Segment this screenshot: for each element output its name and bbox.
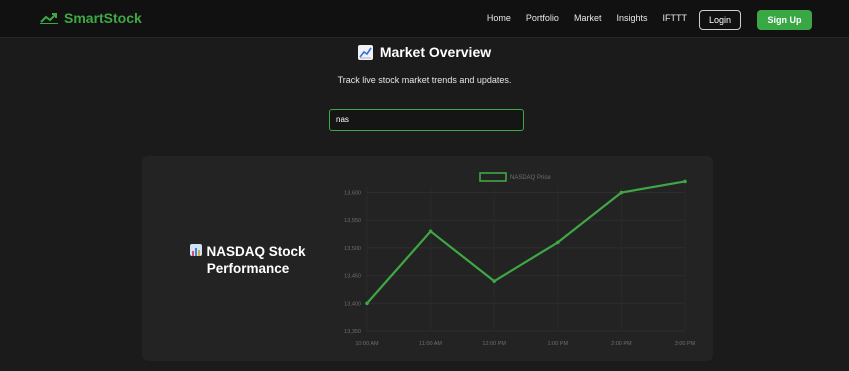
data-point	[683, 179, 687, 184]
data-point	[365, 301, 369, 306]
chart-emoji-icon	[357, 44, 373, 60]
data-point	[619, 190, 624, 195]
signup-button[interactable]: Sign Up	[757, 10, 812, 30]
trending-up-icon	[40, 13, 58, 24]
series-line	[366, 180, 686, 305]
data-point	[556, 240, 560, 245]
y-tick-label: 13,350	[344, 329, 361, 335]
x-tick-label: 10:00 AM	[355, 341, 379, 347]
nav-link-portfolio[interactable]: Portfolio	[526, 13, 559, 23]
nasdaq-line-chart: 13,350 13,400 13,450 13,500 13,550 13,600 10:0…	[344, 172, 696, 347]
page-title-text: Market Overview	[379, 44, 492, 60]
y-tick-label: 13,500	[344, 246, 361, 252]
x-tick-label: 12:00 PM	[482, 341, 506, 347]
page-title: Market Overview	[0, 44, 849, 60]
x-tick-label: 3:00 PM	[675, 341, 696, 347]
y-tick-label: 13,600	[344, 191, 361, 197]
page-subtitle: Track live stock market trends and updat…	[337, 75, 512, 85]
data-point	[428, 229, 433, 234]
legend-swatch	[479, 172, 507, 182]
brand-name: SmartStock	[64, 10, 142, 26]
nav-link-market[interactable]: Market	[574, 13, 602, 23]
y-tick-label: 13,550	[344, 218, 361, 224]
navbar: SmartStock Home Portfolio Market Insight…	[0, 0, 849, 38]
x-tick-label: 2:00 PM	[611, 341, 632, 347]
chart-card: NASDAQ Stock Performance 13,350 13,400 13,…	[142, 156, 713, 361]
x-tick-label: 1:00 PM	[548, 341, 569, 347]
login-button[interactable]: Login	[699, 10, 741, 30]
nav-links: Home Portfolio Market Insights IFTTT	[487, 13, 687, 23]
data-point	[492, 279, 497, 283]
search-input[interactable]: nas	[329, 109, 524, 131]
y-tick-label: 13,400	[344, 301, 361, 307]
legend-label: NASDAQ Price	[510, 175, 551, 181]
brand-logo[interactable]: SmartStock	[40, 10, 142, 26]
nav-link-insights[interactable]: Insights	[616, 13, 647, 23]
nav-link-home[interactable]: Home	[487, 13, 511, 23]
nav-link-ifttt[interactable]: IFTTT	[663, 13, 688, 23]
x-tick-label: 11:00 AM	[419, 341, 442, 347]
y-tick-label: 13,450	[344, 274, 361, 280]
